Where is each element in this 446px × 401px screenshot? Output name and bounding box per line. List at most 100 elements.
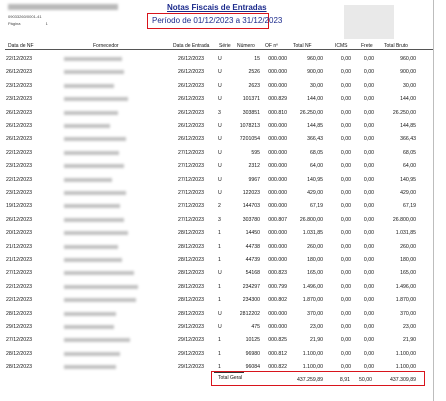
cell-icms: 0,00 bbox=[340, 350, 351, 357]
cell-total-nf: 26.250,00 bbox=[299, 109, 323, 116]
cell-serie: U bbox=[218, 270, 222, 277]
cell-frete: 0,00 bbox=[363, 310, 374, 317]
report-title: Notas Fiscais de Entradas bbox=[167, 3, 267, 12]
cell-frete: 0,00 bbox=[363, 96, 374, 103]
cell-frete: 0,00 bbox=[363, 163, 374, 170]
cell-date: 26/12/2023 bbox=[6, 216, 32, 223]
total-frete-sum: 50,00 bbox=[359, 377, 372, 383]
cell-total-bruto: 26.250,00 bbox=[392, 109, 416, 116]
cell-of: 000.000 bbox=[268, 190, 287, 196]
cell-of: 000.812 bbox=[268, 350, 287, 357]
cell-frete: 0,00 bbox=[363, 283, 374, 290]
table-row: 19/12/2023 27/12/2023 2 144703 000.000 67,19 0… bbox=[0, 200, 446, 212]
cell-serie: 3 bbox=[218, 216, 221, 223]
cell-of: 000.000 bbox=[268, 257, 287, 263]
cell-icms: 0,00 bbox=[340, 136, 351, 143]
cell-icms: 0,00 bbox=[340, 203, 351, 210]
cell-frete: 0,00 bbox=[363, 297, 374, 304]
cell-total-nf: 370,00 bbox=[307, 310, 323, 317]
cell-date: 22/12/2023 bbox=[6, 56, 32, 62]
cell-number: 2312 bbox=[248, 163, 260, 170]
cell-frete: 0,00 bbox=[363, 190, 374, 196]
company-code: 09033260/0001-41 bbox=[8, 14, 42, 19]
cell-of: 000.000 bbox=[268, 243, 287, 250]
cell-serie: U bbox=[218, 136, 222, 143]
cell-date: 20/12/2023 bbox=[6, 230, 32, 237]
cell-total-bruto: 366,43 bbox=[400, 136, 416, 143]
cell-of: 000.829 bbox=[268, 96, 287, 103]
cell-date: 27/12/2023 bbox=[6, 270, 32, 277]
cell-number: 234297 bbox=[242, 283, 260, 290]
cell-icms: 0,00 bbox=[340, 69, 351, 76]
table-row: 21/12/2023 28/12/2023 1 44739 000.000 180,00 0… bbox=[0, 254, 446, 266]
cell-of: 000.000 bbox=[268, 149, 287, 156]
cell-entry-date: 27/12/2023 bbox=[178, 176, 204, 183]
table-row: 28/12/2023 28/12/2023 U 2812202 000.000 370,0… bbox=[0, 308, 446, 320]
cell-total-nf: 23,00 bbox=[310, 324, 323, 330]
total-icms-sum: 8,91 bbox=[339, 377, 350, 383]
cell-number: 475 bbox=[251, 324, 260, 330]
cell-number: 96980 bbox=[245, 350, 260, 357]
cell-serie: U bbox=[218, 96, 222, 103]
cell-total-bruto: 68,05 bbox=[403, 149, 416, 156]
cell-total-bruto: 1.496,00 bbox=[395, 283, 416, 290]
supplier-name-redacted bbox=[64, 177, 112, 182]
table-row: 20/12/2023 28/12/2023 1 14450 000.000 1.031,8… bbox=[0, 227, 446, 239]
cell-entry-date: 28/12/2023 bbox=[178, 310, 204, 317]
cell-serie: 2 bbox=[218, 203, 221, 210]
cell-of: 000.825 bbox=[268, 337, 287, 344]
cell-entry-date: 29/12/2023 bbox=[178, 324, 204, 330]
cell-number: 14450 bbox=[245, 230, 260, 237]
cell-date: 29/12/2023 bbox=[6, 324, 32, 330]
cell-of: 000.822 bbox=[268, 364, 287, 371]
cell-total-nf: 26.800,00 bbox=[299, 216, 323, 223]
table-row: 22/12/2023 26/12/2023 U 15 000.000 960,00 0,00… bbox=[0, 53, 446, 65]
cell-total-bruto: 67,19 bbox=[403, 203, 416, 210]
cell-serie: U bbox=[218, 190, 222, 196]
cell-total-nf: 67,19 bbox=[310, 203, 323, 210]
cell-entry-date: 26/12/2023 bbox=[178, 56, 204, 62]
cell-icms: 0,00 bbox=[340, 243, 351, 250]
cell-date: 23/12/2023 bbox=[6, 190, 32, 196]
cell-total-bruto: 21,90 bbox=[403, 337, 416, 344]
supplier-name-redacted bbox=[64, 83, 114, 88]
cell-total-bruto: 144,00 bbox=[400, 96, 416, 103]
header-divider bbox=[5, 49, 433, 50]
cell-date: 26/12/2023 bbox=[6, 109, 32, 116]
cell-total-nf: 180,00 bbox=[307, 257, 323, 263]
supplier-name-redacted bbox=[64, 244, 118, 249]
cell-total-bruto: 1.031,85 bbox=[395, 230, 416, 237]
cell-icms: 0,00 bbox=[340, 82, 351, 89]
cell-icms: 0,00 bbox=[340, 270, 351, 277]
cell-date: 26/12/2023 bbox=[6, 136, 32, 143]
cell-of: 000.000 bbox=[268, 56, 287, 62]
cell-date: 19/12/2023 bbox=[6, 203, 32, 210]
supplier-name-redacted bbox=[64, 325, 114, 329]
cell-total-bruto: 1.870,00 bbox=[395, 297, 416, 304]
cell-frete: 0,00 bbox=[363, 350, 374, 357]
cell-icms: 0,00 bbox=[340, 310, 351, 317]
cell-of: 000.000 bbox=[268, 136, 287, 143]
cell-total-bruto: 960,00 bbox=[400, 56, 416, 62]
cell-of: 000.000 bbox=[268, 123, 287, 129]
cell-serie: 1 bbox=[218, 243, 221, 250]
table-row: 22/12/2023 28/12/2023 1 234300 000.802 1.870,… bbox=[0, 294, 446, 306]
company-name-redacted bbox=[8, 4, 118, 10]
cell-total-nf: 165,00 bbox=[307, 270, 323, 277]
cell-frete: 0,00 bbox=[363, 324, 374, 330]
cell-of: 000.000 bbox=[268, 69, 287, 76]
cell-total-bruto: 180,00 bbox=[400, 257, 416, 263]
cell-frete: 0,00 bbox=[363, 216, 374, 223]
cell-serie: U bbox=[218, 82, 222, 89]
cell-total-bruto: 1.100,00 bbox=[395, 350, 416, 357]
cell-number: 2526 bbox=[248, 69, 260, 76]
cell-total-nf: 30,00 bbox=[310, 82, 323, 89]
table-row: 23/12/2023 27/12/2023 U 2312 000.000 64,00 0,0… bbox=[0, 160, 446, 172]
cell-total-nf: 68,05 bbox=[310, 149, 323, 156]
supplier-name-redacted bbox=[64, 137, 126, 142]
supplier-name-redacted bbox=[64, 191, 126, 195]
cell-of: 000.802 bbox=[268, 297, 287, 304]
cell-frete: 0,00 bbox=[363, 337, 374, 344]
supplier-name-redacted bbox=[64, 311, 116, 316]
cell-frete: 0,00 bbox=[363, 364, 374, 371]
